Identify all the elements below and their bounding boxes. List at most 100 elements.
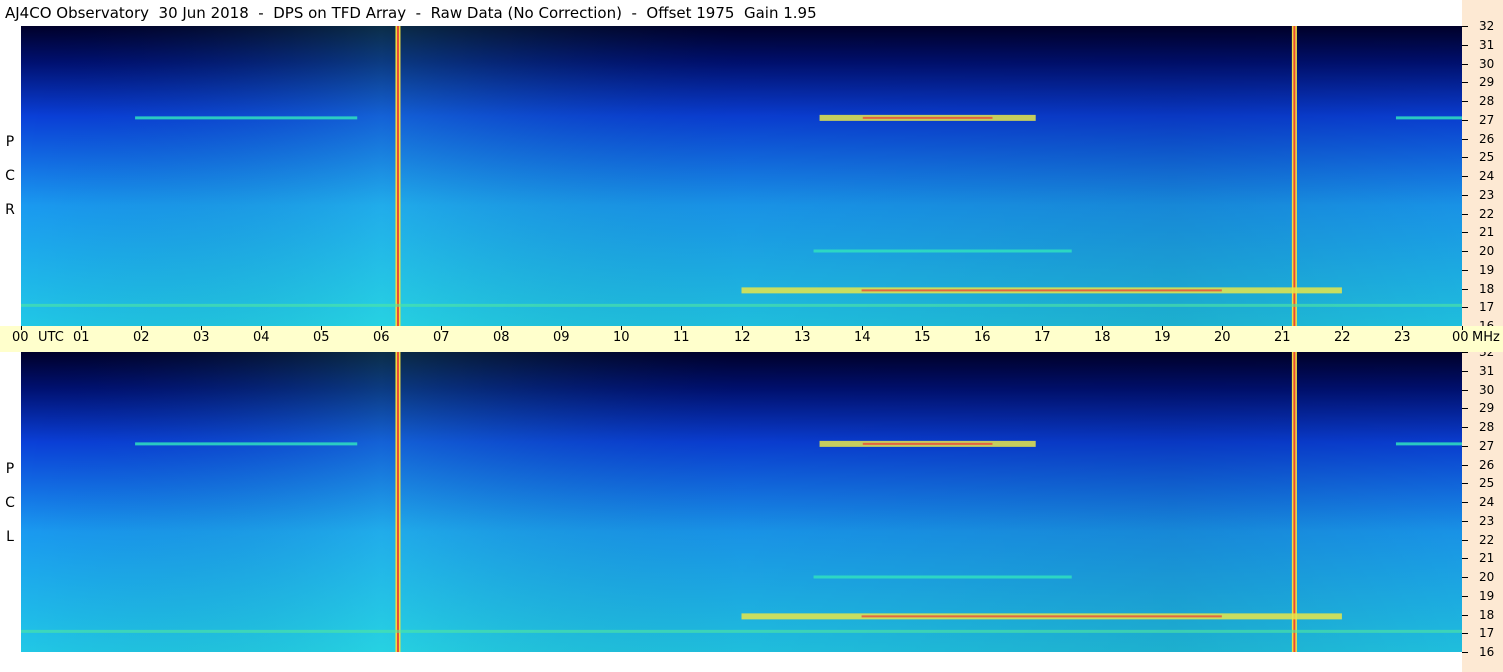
freq-label-bottom-30: 30 bbox=[1479, 382, 1495, 397]
time-label-0: 00 bbox=[12, 330, 29, 345]
freq-label-bottom-26: 26 bbox=[1479, 457, 1495, 472]
freq-tick-bottom-24 bbox=[1462, 502, 1468, 503]
time-label-20: 20 bbox=[1214, 330, 1231, 345]
freq-label-top-22: 22 bbox=[1479, 206, 1495, 221]
band-core-5 bbox=[861, 289, 1222, 292]
freq-tick-top-32 bbox=[1462, 26, 1468, 27]
freq-tick-bottom-23 bbox=[1462, 520, 1468, 522]
freq-label-top-20: 20 bbox=[1479, 244, 1495, 258]
freq-tick-top-31 bbox=[1462, 44, 1468, 46]
time-label-3: 03 bbox=[193, 330, 210, 345]
band-core-5 bbox=[861, 615, 1222, 618]
freq-label-top-32: 32 bbox=[1479, 19, 1495, 33]
freq-label-bottom-19: 19 bbox=[1479, 588, 1495, 603]
time-label-6: 06 bbox=[373, 330, 390, 345]
freq-tick-top-21 bbox=[1462, 232, 1468, 234]
pol-label-rcp-3: R bbox=[5, 202, 15, 218]
band-7 bbox=[21, 629, 1462, 633]
band-4 bbox=[1395, 116, 1462, 120]
freq-label-bottom-21: 21 bbox=[1479, 551, 1495, 566]
freq-label-top-25: 25 bbox=[1479, 150, 1495, 165]
freq-tick-bottom-22 bbox=[1462, 539, 1468, 541]
freq-tick-bottom-18 bbox=[1462, 614, 1468, 616]
freq-tick-top-22 bbox=[1462, 213, 1468, 215]
band-4 bbox=[1395, 442, 1462, 446]
freq-label-bottom-29: 29 bbox=[1479, 401, 1495, 416]
band-3 bbox=[135, 116, 358, 120]
vertical-line-core-0 bbox=[396, 352, 399, 652]
time-label-1: 01 bbox=[73, 330, 90, 345]
freq-label-bottom-20: 20 bbox=[1479, 570, 1495, 584]
band-7 bbox=[21, 303, 1462, 307]
time-label-11: 11 bbox=[673, 330, 690, 345]
freq-tick-top-23 bbox=[1462, 194, 1468, 196]
freq-tick-top-27 bbox=[1462, 119, 1468, 121]
time-label-9: 09 bbox=[553, 330, 570, 345]
freq-label-top-21: 21 bbox=[1479, 225, 1495, 240]
freq-label-bottom-17: 17 bbox=[1479, 626, 1495, 641]
pol-label-rcp-2: C bbox=[5, 168, 15, 184]
spectrogram-lcp-svg bbox=[21, 352, 1462, 652]
time-label-7: 07 bbox=[433, 330, 450, 345]
freq-tick-top-20 bbox=[1462, 251, 1468, 252]
freq-label-bottom-31: 31 bbox=[1479, 363, 1495, 378]
freq-label-bottom-23: 23 bbox=[1479, 513, 1495, 528]
time-label-2: 02 bbox=[133, 330, 150, 345]
time-label-14: 14 bbox=[854, 330, 871, 345]
spectrogram-shading bbox=[21, 352, 1462, 652]
time-label-23: 23 bbox=[1394, 330, 1411, 345]
freq-label-bottom-27: 27 bbox=[1479, 438, 1495, 453]
freq-label-top-24: 24 bbox=[1479, 169, 1495, 183]
freq-tick-bottom-19 bbox=[1462, 595, 1468, 597]
freq-tick-top-26 bbox=[1462, 138, 1468, 140]
time-label-24: 00 bbox=[1452, 330, 1469, 345]
freq-tick-bottom-26 bbox=[1462, 464, 1468, 466]
freq-label-bottom-25: 25 bbox=[1479, 476, 1495, 491]
freq-label-top-27: 27 bbox=[1479, 112, 1495, 127]
band-6 bbox=[813, 575, 1072, 579]
time-label-12: 12 bbox=[734, 330, 751, 345]
time-label-4: 04 bbox=[253, 330, 270, 345]
time-label-13: 13 bbox=[794, 330, 811, 345]
freq-tick-top-18 bbox=[1462, 288, 1468, 290]
pol-label-lcp-3: L bbox=[6, 529, 14, 545]
time-label-19: 19 bbox=[1154, 330, 1171, 345]
freq-tick-bottom-28 bbox=[1462, 427, 1468, 428]
time-label-18: 18 bbox=[1094, 330, 1111, 345]
freq-label-top-29: 29 bbox=[1479, 75, 1495, 90]
freq-tick-bottom-29 bbox=[1462, 408, 1468, 410]
freq-tick-bottom-25 bbox=[1462, 483, 1468, 485]
freq-tick-top-30 bbox=[1462, 63, 1468, 65]
band-6 bbox=[813, 249, 1072, 253]
band-3 bbox=[135, 442, 358, 446]
band-core-2 bbox=[862, 116, 993, 119]
freq-label-bottom-22: 22 bbox=[1479, 532, 1495, 547]
time-label-5: 05 bbox=[313, 330, 330, 345]
freq-label-top-19: 19 bbox=[1479, 262, 1495, 277]
freq-tick-bottom-21 bbox=[1462, 558, 1468, 560]
pol-label-lcp-1: P bbox=[5, 461, 15, 477]
freq-tick-bottom-31 bbox=[1462, 370, 1468, 372]
freq-label-top-28: 28 bbox=[1479, 94, 1495, 108]
freq-tick-top-24 bbox=[1462, 176, 1468, 177]
freq-tick-top-17 bbox=[1462, 307, 1468, 309]
freq-label-bottom-24: 24 bbox=[1479, 495, 1495, 509]
freq-label-top-23: 23 bbox=[1479, 187, 1495, 202]
freq-label-bottom-16: 16 bbox=[1479, 645, 1495, 659]
spectrogram-rcp-svg bbox=[21, 26, 1462, 326]
freq-label-top-31: 31 bbox=[1479, 37, 1495, 52]
time-label-21: 21 bbox=[1274, 330, 1291, 345]
freq-label-bottom-18: 18 bbox=[1479, 607, 1495, 622]
freq-unit-label: MHz bbox=[1472, 330, 1500, 345]
freq-label-top-18: 18 bbox=[1479, 281, 1495, 296]
freq-label-bottom-28: 28 bbox=[1479, 420, 1495, 434]
spectrogram-rcp bbox=[21, 26, 1462, 326]
time-label-10: 10 bbox=[613, 330, 630, 345]
time-label-22: 22 bbox=[1334, 330, 1351, 345]
freq-tick-bottom-16 bbox=[1462, 652, 1468, 653]
freq-tick-top-28 bbox=[1462, 101, 1468, 102]
freq-label-top-17: 17 bbox=[1479, 300, 1495, 315]
time-label-15: 15 bbox=[914, 330, 931, 345]
pol-label-rcp-1: P bbox=[5, 134, 15, 150]
time-unit-label: UTC bbox=[38, 330, 64, 345]
